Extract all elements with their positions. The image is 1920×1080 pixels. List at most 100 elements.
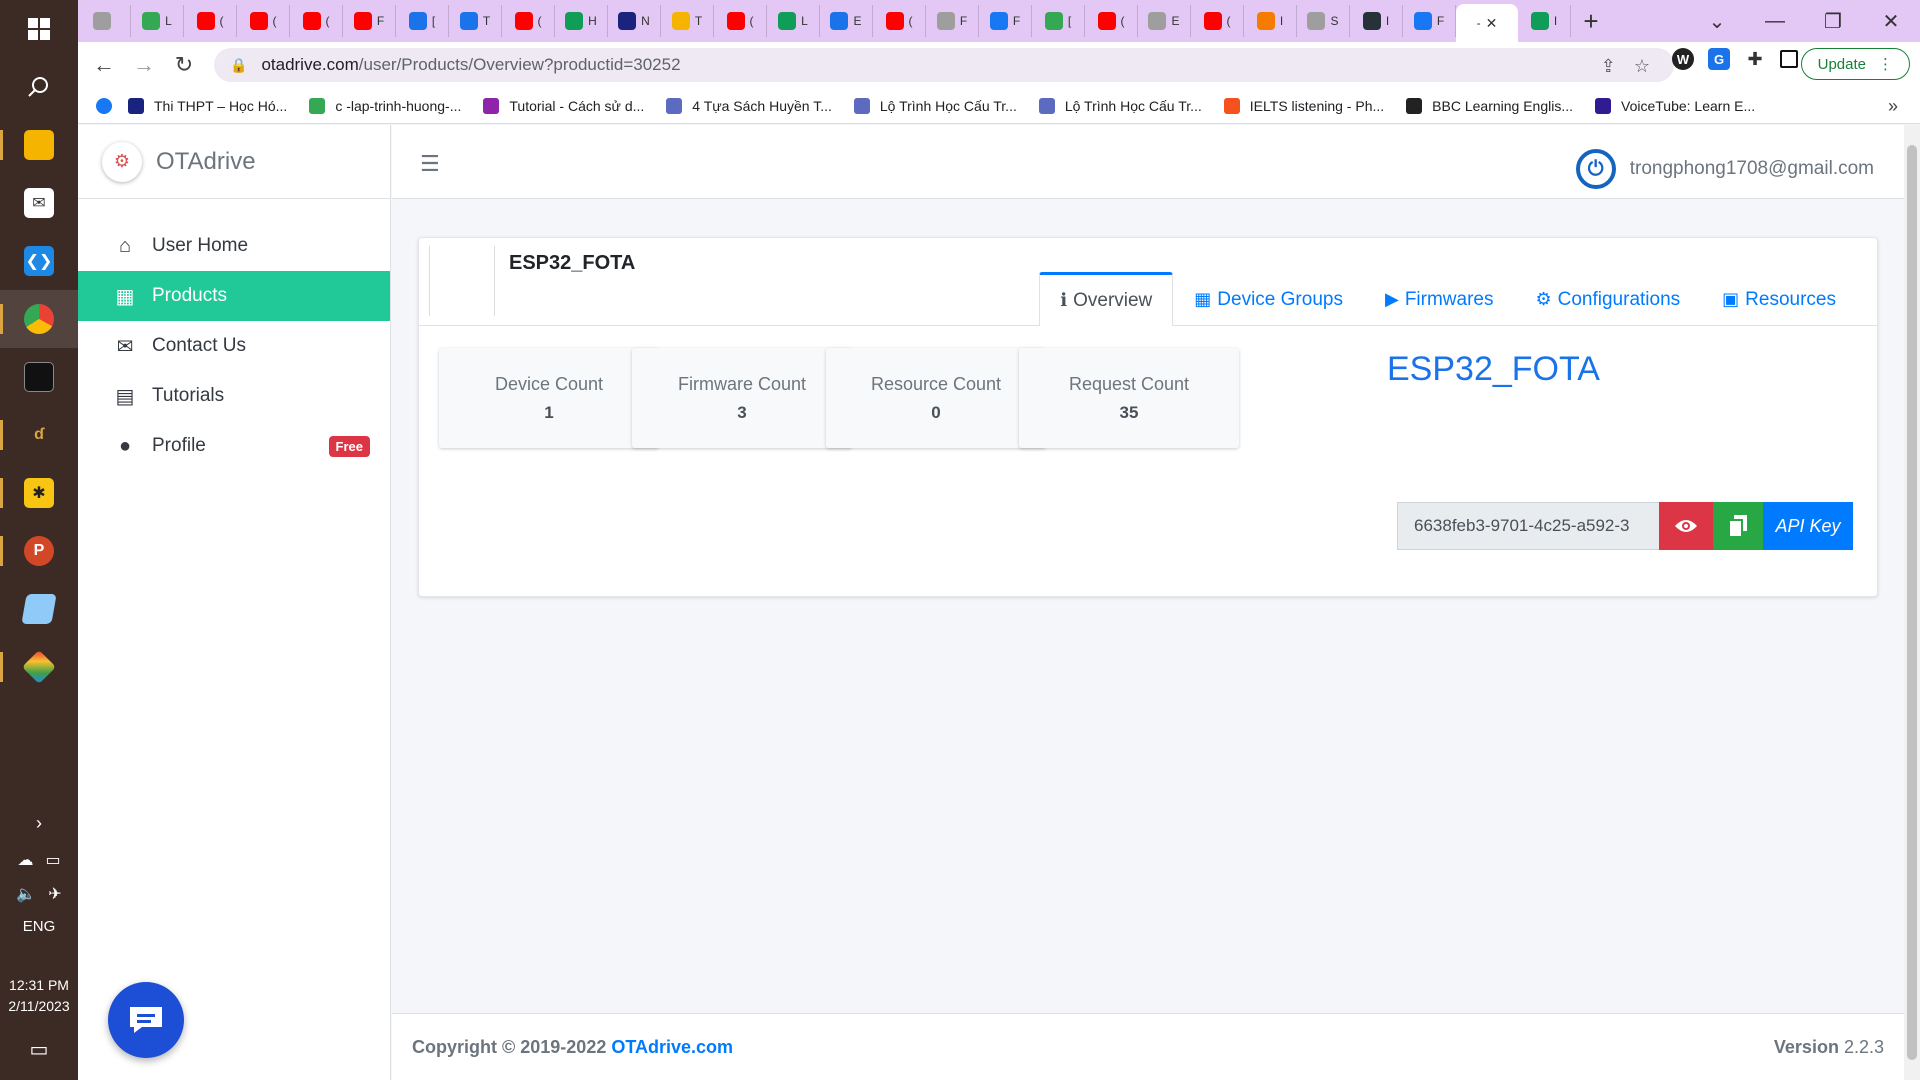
address-bar[interactable]: 🔒 otadrive.com/user/Products/Overview?pr… xyxy=(214,48,1674,82)
powerpoint-icon[interactable]: P xyxy=(0,522,78,580)
browser-tab[interactable]: I xyxy=(1244,5,1297,37)
terminal-icon[interactable] xyxy=(0,348,78,406)
browser-tab[interactable]: L xyxy=(131,5,184,37)
extension-w-icon[interactable]: W xyxy=(1672,48,1694,70)
lock-icon[interactable]: 🔒 xyxy=(230,57,247,74)
notes-icon[interactable] xyxy=(0,580,78,638)
bookmark-item[interactable]: BBC Learning Englis... xyxy=(1406,97,1573,114)
forward-icon[interactable]: → xyxy=(124,52,164,78)
browser-tab[interactable]: N xyxy=(608,5,661,37)
clock[interactable]: 12:31 PM 2/11/2023 xyxy=(8,975,69,1017)
browser-tab[interactable]: E xyxy=(1138,5,1191,37)
language-indicator[interactable]: ENG xyxy=(23,918,56,935)
vscode-icon[interactable]: ❮❯ xyxy=(0,232,78,290)
browser-tab[interactable]: I xyxy=(1350,5,1403,37)
browser-tab[interactable]: F xyxy=(343,5,396,37)
back-icon[interactable]: ← xyxy=(84,52,124,78)
sourcetree-icon[interactable]: ✱ xyxy=(0,464,78,522)
facebook-icon[interactable] xyxy=(96,97,112,114)
git-icon[interactable] xyxy=(0,638,78,696)
api-key-field[interactable]: 6638feb3-9701-4c25-a592-3 xyxy=(1397,502,1659,550)
bookmark-favicon-icon xyxy=(128,97,144,114)
sidebar-item-products[interactable]: ▦ Products xyxy=(78,271,390,321)
windows-start-icon[interactable] xyxy=(0,0,78,58)
translate-icon[interactable]: G xyxy=(1708,48,1730,70)
restore-icon[interactable]: ❐ xyxy=(1804,9,1862,34)
onedrive-icon[interactable]: ☁ xyxy=(17,850,33,870)
browser-tab[interactable]: T xyxy=(661,5,714,37)
browser-tab[interactable]: I xyxy=(1518,5,1571,37)
close-tab-icon[interactable]: ✕ xyxy=(1486,15,1498,32)
bookmark-item[interactable]: Tutorial - Cách sử d... xyxy=(483,97,644,114)
bookmark-item[interactable]: c -lap-trinh-huong-... xyxy=(309,97,461,114)
new-tab-button[interactable]: + xyxy=(1571,6,1611,37)
bookmark-item[interactable]: Thi THPT – Học Hó... xyxy=(128,97,287,114)
browser-tab[interactable]: [ xyxy=(1032,5,1085,37)
sidebar-item-profile[interactable]: ● Profile Free xyxy=(78,421,390,471)
hamburger-menu-icon[interactable]: ☰ xyxy=(420,151,440,177)
browser-tab[interactable]: ( xyxy=(714,5,767,37)
browser-tab[interactable]: L xyxy=(767,5,820,37)
tab-configurations[interactable]: ⚙ Configurations xyxy=(1514,272,1701,326)
sidebar-item-contact-us[interactable]: ✉ Contact Us xyxy=(78,321,390,371)
bookmark-item[interactable]: Lộ Trình Học Cấu Tr... xyxy=(1038,97,1202,114)
bookmark-item[interactable]: 4 Tựa Sách Huyền T... xyxy=(666,97,832,114)
otadrive-link[interactable]: OTAdrive.com xyxy=(611,1037,733,1057)
copy-key-button[interactable] xyxy=(1713,502,1763,550)
bookmark-item[interactable]: IELTS listening - Ph... xyxy=(1223,97,1384,114)
browser-tab[interactable]: F xyxy=(1403,5,1456,37)
browser-tab[interactable]: ( xyxy=(184,5,237,37)
tab-overview[interactable]: ℹ Overview xyxy=(1039,272,1174,326)
update-button[interactable]: Update ⋮ xyxy=(1800,48,1910,80)
show-key-button[interactable] xyxy=(1659,502,1713,550)
sidebar-item-user-home[interactable]: ⌂ User Home xyxy=(78,221,390,271)
browser-tab[interactable]: E xyxy=(820,5,873,37)
notification-icon[interactable]: ▭ xyxy=(30,1037,49,1062)
tab-device-groups[interactable]: ▦ Device Groups xyxy=(1173,272,1364,326)
side-panel-icon[interactable] xyxy=(1780,50,1798,68)
brand[interactable]: ⚙ OTAdrive xyxy=(78,125,390,199)
file-explorer-icon[interactable] xyxy=(0,116,78,174)
bookmarks-overflow-icon[interactable]: » xyxy=(1888,96,1898,117)
browser-tab[interactable]: ( xyxy=(1085,5,1138,37)
arduino-icon[interactable]: ɗ xyxy=(0,406,78,464)
browser-tab[interactable] xyxy=(78,5,131,37)
chrome-icon[interactable] xyxy=(0,290,78,348)
browser-tab[interactable]: H xyxy=(555,5,608,37)
browser-tab[interactable]: [ xyxy=(396,5,449,37)
browser-tab[interactable]: F xyxy=(926,5,979,37)
tab-resources[interactable]: ▣ Resources xyxy=(1701,272,1857,326)
close-window-icon[interactable]: ✕ xyxy=(1862,9,1920,34)
share-icon[interactable]: ⇪ xyxy=(1601,56,1616,77)
browser-tab[interactable]: F xyxy=(979,5,1032,37)
bookmark-item[interactable]: VoiceTube: Learn E... xyxy=(1595,97,1755,114)
browser-tab[interactable]: ( xyxy=(502,5,555,37)
scroll-thumb[interactable] xyxy=(1907,145,1917,1060)
browser-tab[interactable]: ( xyxy=(237,5,290,37)
chevron-right-icon[interactable]: › xyxy=(36,813,42,834)
page-scrollbar[interactable] xyxy=(1904,125,1920,1080)
airplane-icon[interactable]: ✈ xyxy=(48,884,61,904)
chat-button[interactable] xyxy=(108,982,184,1058)
browser-tab[interactable]: ( xyxy=(290,5,343,37)
sidebar-item-tutorials[interactable]: ▤ Tutorials xyxy=(78,371,390,421)
reload-icon[interactable]: ↻ xyxy=(164,52,204,78)
battery-icon[interactable]: ▭ xyxy=(45,850,60,870)
user-menu[interactable]: ⏻ trongphong1708@gmail.com xyxy=(1575,149,1874,189)
browser-tab[interactable]: S xyxy=(1297,5,1350,37)
browser-tab[interactable]: T xyxy=(449,5,502,37)
api-key-button[interactable]: API Key xyxy=(1763,502,1853,550)
volume-icon[interactable]: 🔈 xyxy=(16,884,36,904)
browser-tab[interactable]: ( xyxy=(1191,5,1244,37)
browser-tab-current[interactable]: - ✕ xyxy=(1456,4,1518,42)
browser-tab[interactable]: ( xyxy=(873,5,926,37)
search-icon[interactable] xyxy=(0,58,78,116)
tab-search-icon[interactable]: ⌄ xyxy=(1688,9,1746,34)
mail-icon[interactable]: ✉ xyxy=(0,174,78,232)
tab-firmwares[interactable]: ▶ Firmwares xyxy=(1364,272,1515,326)
bookmark-item[interactable]: Lộ Trình Học Cấu Tr... xyxy=(853,97,1017,114)
minimize-icon[interactable]: — xyxy=(1746,10,1804,33)
tab-letter: ( xyxy=(908,14,913,28)
bookmark-star-icon[interactable]: ☆ xyxy=(1634,56,1650,77)
puzzle-icon[interactable]: ✚ xyxy=(1744,48,1766,70)
